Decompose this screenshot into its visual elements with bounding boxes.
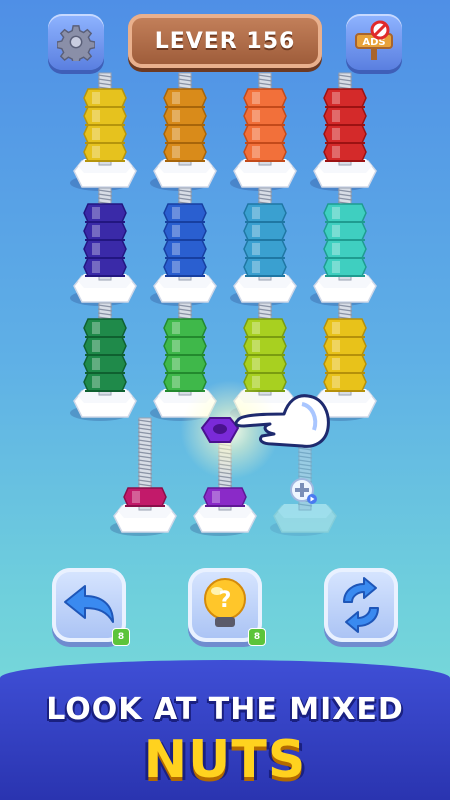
level-indicator: LEVER 156 [128, 14, 322, 68]
bolt[interactable] [230, 180, 300, 310]
hint-count: 8 [248, 628, 266, 646]
nut [243, 336, 287, 356]
nut [243, 124, 287, 144]
nut [243, 88, 287, 108]
bolt[interactable] [230, 65, 300, 195]
bolt[interactable] [110, 410, 180, 540]
lightbulb-question-icon: ? [204, 578, 246, 627]
nut [243, 354, 287, 374]
nut [83, 203, 127, 223]
nut [323, 239, 367, 259]
nut [323, 142, 367, 162]
bolt[interactable] [70, 295, 140, 425]
nut [83, 336, 127, 356]
nut [323, 354, 367, 374]
nut [323, 124, 367, 144]
shuffle-button[interactable] [324, 568, 398, 642]
nut [163, 336, 207, 356]
nut [163, 318, 207, 338]
nut [83, 221, 127, 241]
nut [83, 257, 127, 277]
nut [163, 354, 207, 374]
bolt[interactable] [70, 180, 140, 310]
undo-count: 8 [112, 628, 130, 646]
undo-button[interactable]: 8 [52, 568, 130, 646]
nut [83, 88, 127, 108]
nut [163, 221, 207, 241]
add-bolt-button[interactable] [289, 477, 317, 505]
gear-icon [57, 25, 95, 61]
undo-arrow-icon [64, 585, 114, 623]
no-ads-button[interactable]: ADS [346, 14, 402, 70]
nut [323, 257, 367, 277]
nut [83, 372, 127, 392]
nut [163, 257, 207, 277]
nut [163, 372, 207, 392]
nut [243, 239, 287, 259]
nut [83, 354, 127, 374]
nut [243, 257, 287, 277]
bolt[interactable] [70, 65, 140, 195]
bolt[interactable] [150, 180, 220, 310]
pointing-hand-icon [234, 394, 330, 448]
nut [323, 221, 367, 241]
settings-button[interactable] [48, 14, 104, 70]
nut [163, 203, 207, 223]
no-ads-sign-icon: ADS [355, 20, 393, 60]
nut [243, 318, 287, 338]
nut [163, 124, 207, 144]
nut [123, 487, 167, 507]
caption-line-2: NUTS [143, 730, 307, 790]
nut [323, 106, 367, 126]
nut [163, 88, 207, 108]
nut [243, 142, 287, 162]
nut [323, 203, 367, 223]
bolt[interactable] [310, 180, 380, 310]
nut [323, 336, 367, 356]
refresh-icon [343, 577, 379, 633]
hint-glyph: ? [219, 588, 232, 613]
nut [83, 124, 127, 144]
nut [83, 318, 127, 338]
nut [163, 106, 207, 126]
nut [323, 88, 367, 108]
caption-line-1: LOOK AT THE MIXED [46, 692, 404, 727]
hint-button[interactable]: ? 8 [188, 568, 266, 646]
nut [83, 239, 127, 259]
bolt[interactable] [310, 65, 380, 195]
nut [243, 106, 287, 126]
nut [83, 142, 127, 162]
nut [163, 142, 207, 162]
nut [203, 487, 247, 507]
bolt[interactable] [150, 65, 220, 195]
nut [323, 318, 367, 338]
nut [83, 106, 127, 126]
nut [163, 239, 207, 259]
plus-icon [290, 478, 317, 504]
nut [243, 221, 287, 241]
level-label: LEVER 156 [154, 28, 296, 54]
nut [243, 203, 287, 223]
